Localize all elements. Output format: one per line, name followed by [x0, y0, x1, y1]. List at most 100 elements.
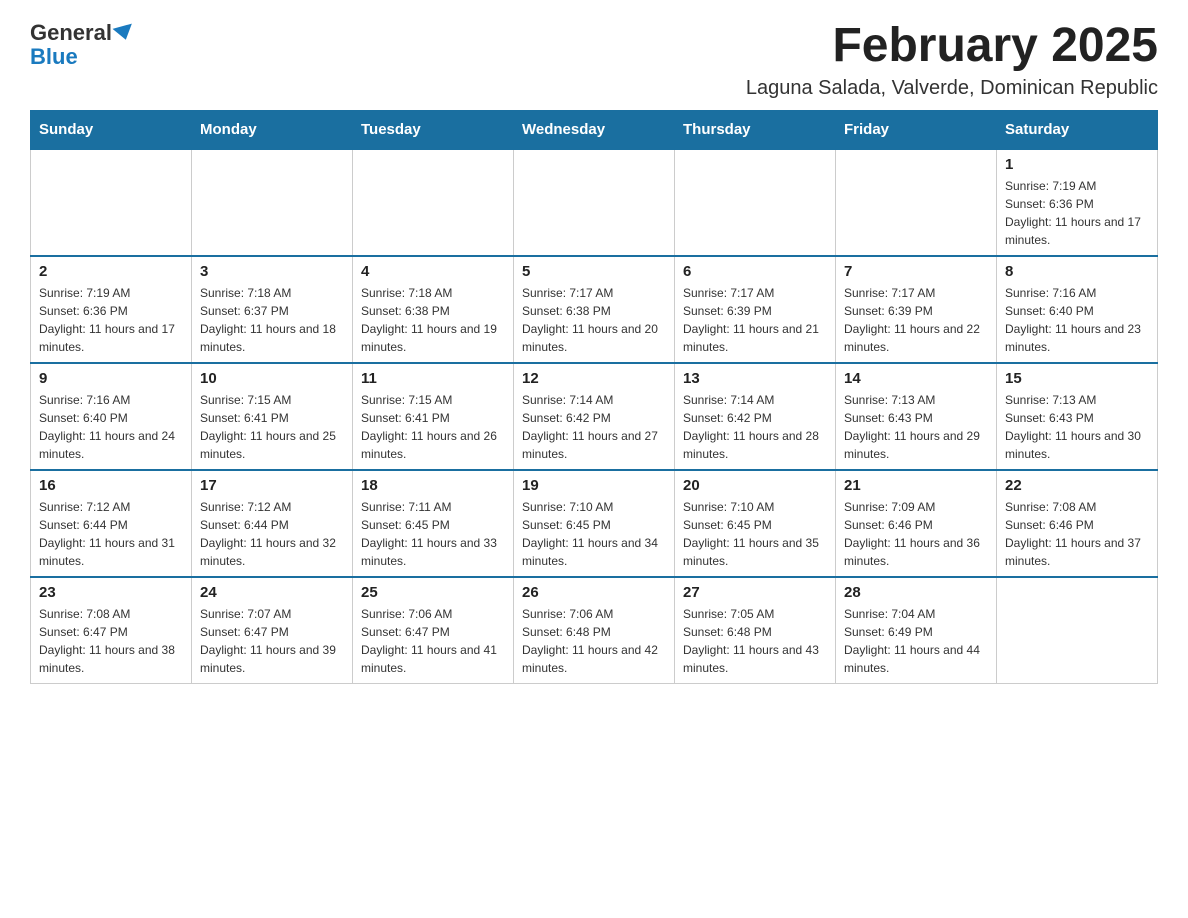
calendar-cell: 8 Sunrise: 7:16 AMSunset: 6:40 PMDaylight… [997, 256, 1158, 363]
day-number: 13 [683, 370, 827, 387]
day-info: Sunrise: 7:18 AMSunset: 6:37 PMDaylight:… [200, 284, 344, 356]
weekday-header-sunday: Sunday [31, 110, 192, 149]
day-number: 4 [361, 263, 505, 280]
calendar-cell [997, 577, 1158, 684]
week-row-2: 2 Sunrise: 7:19 AMSunset: 6:36 PMDaylight… [31, 256, 1158, 363]
day-info: Sunrise: 7:10 AMSunset: 6:45 PMDaylight:… [683, 498, 827, 570]
day-info: Sunrise: 7:05 AMSunset: 6:48 PMDaylight:… [683, 605, 827, 677]
day-number: 12 [522, 370, 666, 387]
day-number: 2 [39, 263, 183, 280]
calendar-cell: 13Sunrise: 7:14 AMSunset: 6:42 PMDayligh… [675, 363, 836, 470]
day-number: 26 [522, 584, 666, 601]
day-number: 24 [200, 584, 344, 601]
calendar-cell: 10 Sunrise: 7:15 AMSunset: 6:41 PMDayligh… [192, 363, 353, 470]
calendar-cell: 4 Sunrise: 7:18 AMSunset: 6:38 PMDaylight… [353, 256, 514, 363]
calendar-cell: 26 Sunrise: 7:06 AMSunset: 6:48 PMDayligh… [514, 577, 675, 684]
day-number: 16 [39, 477, 183, 494]
weekday-header-monday: Monday [192, 110, 353, 149]
day-info: Sunrise: 7:16 AMSunset: 6:40 PMDaylight:… [39, 391, 183, 463]
calendar-cell: 25Sunrise: 7:06 AMSunset: 6:47 PMDayligh… [353, 577, 514, 684]
page-title: February 2025 [746, 20, 1158, 73]
weekday-header-friday: Friday [836, 110, 997, 149]
calendar-cell [353, 149, 514, 256]
weekday-header-tuesday: Tuesday [353, 110, 514, 149]
calendar-cell: 28 Sunrise: 7:04 AMSunset: 6:49 PMDayligh… [836, 577, 997, 684]
calendar-cell [675, 149, 836, 256]
header: General Blue February 2025 Laguna Salada… [30, 20, 1158, 100]
day-number: 1 [1005, 156, 1149, 173]
calendar-cell: 27 Sunrise: 7:05 AMSunset: 6:48 PMDayligh… [675, 577, 836, 684]
calendar-cell: 5 Sunrise: 7:17 AMSunset: 6:38 PMDaylight… [514, 256, 675, 363]
calendar-cell: 23 Sunrise: 7:08 AMSunset: 6:47 PMDayligh… [31, 577, 192, 684]
day-info: Sunrise: 7:12 AMSunset: 6:44 PMDaylight:… [39, 498, 183, 570]
calendar-cell: 15Sunrise: 7:13 AMSunset: 6:43 PMDayligh… [997, 363, 1158, 470]
week-row-5: 23 Sunrise: 7:08 AMSunset: 6:47 PMDayligh… [31, 577, 1158, 684]
weekday-header-thursday: Thursday [675, 110, 836, 149]
day-info: Sunrise: 7:08 AMSunset: 6:46 PMDaylight:… [1005, 498, 1149, 570]
week-row-4: 16 Sunrise: 7:12 AMSunset: 6:44 PMDayligh… [31, 470, 1158, 577]
day-number: 17 [200, 477, 344, 494]
calendar-cell: 14 Sunrise: 7:13 AMSunset: 6:43 PMDayligh… [836, 363, 997, 470]
week-row-1: 1Sunrise: 7:19 AMSunset: 6:36 PMDaylight… [31, 149, 1158, 256]
subtitle: Laguna Salada, Valverde, Dominican Repub… [746, 77, 1158, 100]
day-info: Sunrise: 7:19 AMSunset: 6:36 PMDaylight:… [39, 284, 183, 356]
day-info: Sunrise: 7:17 AMSunset: 6:39 PMDaylight:… [844, 284, 988, 356]
day-number: 25 [361, 584, 505, 601]
day-info: Sunrise: 7:11 AMSunset: 6:45 PMDaylight:… [361, 498, 505, 570]
day-info: Sunrise: 7:10 AMSunset: 6:45 PMDaylight:… [522, 498, 666, 570]
day-info: Sunrise: 7:04 AMSunset: 6:49 PMDaylight:… [844, 605, 988, 677]
day-number: 14 [844, 370, 988, 387]
day-info: Sunrise: 7:14 AMSunset: 6:42 PMDaylight:… [522, 391, 666, 463]
calendar-cell [836, 149, 997, 256]
logo: General Blue [30, 20, 136, 70]
calendar-cell [31, 149, 192, 256]
weekday-header-saturday: Saturday [997, 110, 1158, 149]
day-info: Sunrise: 7:08 AMSunset: 6:47 PMDaylight:… [39, 605, 183, 677]
day-number: 8 [1005, 263, 1149, 280]
calendar-cell: 16 Sunrise: 7:12 AMSunset: 6:44 PMDayligh… [31, 470, 192, 577]
calendar-cell: 19 Sunrise: 7:10 AMSunset: 6:45 PMDayligh… [514, 470, 675, 577]
day-info: Sunrise: 7:17 AMSunset: 6:39 PMDaylight:… [683, 284, 827, 356]
day-number: 10 [200, 370, 344, 387]
day-info: Sunrise: 7:06 AMSunset: 6:48 PMDaylight:… [522, 605, 666, 677]
weekday-header-wednesday: Wednesday [514, 110, 675, 149]
calendar-cell: 9 Sunrise: 7:16 AMSunset: 6:40 PMDaylight… [31, 363, 192, 470]
calendar-cell: 7 Sunrise: 7:17 AMSunset: 6:39 PMDaylight… [836, 256, 997, 363]
day-number: 19 [522, 477, 666, 494]
day-info: Sunrise: 7:15 AMSunset: 6:41 PMDaylight:… [361, 391, 505, 463]
calendar-cell: 1Sunrise: 7:19 AMSunset: 6:36 PMDaylight… [997, 149, 1158, 256]
day-info: Sunrise: 7:18 AMSunset: 6:38 PMDaylight:… [361, 284, 505, 356]
calendar-cell [514, 149, 675, 256]
title-area: February 2025 Laguna Salada, Valverde, D… [746, 20, 1158, 100]
day-info: Sunrise: 7:13 AMSunset: 6:43 PMDaylight:… [844, 391, 988, 463]
day-number: 9 [39, 370, 183, 387]
day-info: Sunrise: 7:16 AMSunset: 6:40 PMDaylight:… [1005, 284, 1149, 356]
day-number: 20 [683, 477, 827, 494]
day-number: 27 [683, 584, 827, 601]
calendar-cell: 2 Sunrise: 7:19 AMSunset: 6:36 PMDaylight… [31, 256, 192, 363]
day-number: 6 [683, 263, 827, 280]
calendar-cell: 22 Sunrise: 7:08 AMSunset: 6:46 PMDayligh… [997, 470, 1158, 577]
day-number: 5 [522, 263, 666, 280]
calendar-cell: 18Sunrise: 7:11 AMSunset: 6:45 PMDayligh… [353, 470, 514, 577]
logo-general-text: General [30, 20, 112, 46]
day-number: 3 [200, 263, 344, 280]
calendar-cell: 17 Sunrise: 7:12 AMSunset: 6:44 PMDayligh… [192, 470, 353, 577]
calendar-table: SundayMondayTuesdayWednesdayThursdayFrid… [30, 110, 1158, 684]
calendar-cell: 3 Sunrise: 7:18 AMSunset: 6:37 PMDaylight… [192, 256, 353, 363]
calendar-cell: 21Sunrise: 7:09 AMSunset: 6:46 PMDayligh… [836, 470, 997, 577]
weekday-header-row: SundayMondayTuesdayWednesdayThursdayFrid… [31, 110, 1158, 149]
day-number: 23 [39, 584, 183, 601]
day-info: Sunrise: 7:17 AMSunset: 6:38 PMDaylight:… [522, 284, 666, 356]
day-number: 22 [1005, 477, 1149, 494]
logo-triangle-icon [112, 24, 135, 43]
day-info: Sunrise: 7:15 AMSunset: 6:41 PMDaylight:… [200, 391, 344, 463]
calendar-cell: 11Sunrise: 7:15 AMSunset: 6:41 PMDayligh… [353, 363, 514, 470]
day-info: Sunrise: 7:12 AMSunset: 6:44 PMDaylight:… [200, 498, 344, 570]
day-info: Sunrise: 7:13 AMSunset: 6:43 PMDaylight:… [1005, 391, 1149, 463]
day-number: 28 [844, 584, 988, 601]
calendar-cell: 12 Sunrise: 7:14 AMSunset: 6:42 PMDayligh… [514, 363, 675, 470]
day-number: 7 [844, 263, 988, 280]
logo-blue-text: Blue [30, 44, 78, 69]
calendar-cell: 20 Sunrise: 7:10 AMSunset: 6:45 PMDayligh… [675, 470, 836, 577]
